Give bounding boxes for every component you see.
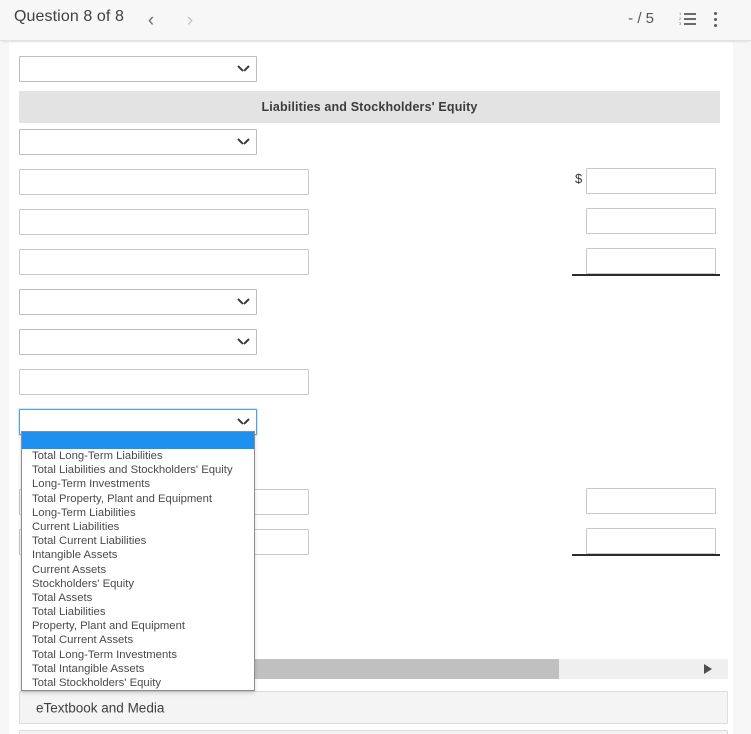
previous-question-button[interactable]: ‹ xyxy=(138,7,164,33)
question-page: Question 8 of 8 ‹ › - / 5 1 2 3 Liabilit… xyxy=(0,0,751,734)
amount-input-4[interactable] xyxy=(586,488,716,514)
account-select-1[interactable] xyxy=(19,56,257,82)
dropdown-option[interactable]: Total Property, Plant and Equipment xyxy=(22,492,254,506)
dropdown-option[interactable]: Total Intangible Assets xyxy=(22,662,254,676)
amount-input-3[interactable] xyxy=(586,248,716,274)
question-toolbar: Question 8 of 8 ‹ › - / 5 1 2 3 xyxy=(0,0,751,41)
vertical-dots-icon[interactable] xyxy=(709,11,723,28)
dropdown-option[interactable]: Total Current Assets xyxy=(22,633,254,647)
dropdown-option[interactable]: Long-Term Investments xyxy=(22,477,254,491)
next-question-button[interactable]: › xyxy=(177,7,203,33)
dropdown-option[interactable]: Current Liabilities xyxy=(22,520,254,534)
amount-input-5[interactable] xyxy=(586,528,716,554)
chevron-down-icon xyxy=(238,298,249,306)
page-title: Question 8 of 8 xyxy=(14,8,125,25)
dropdown-option[interactable]: Total Assets xyxy=(22,591,254,605)
dropdown-option[interactable] xyxy=(22,432,254,449)
progress-strip-fill xyxy=(241,659,559,679)
secondary-panel[interactable] xyxy=(19,730,728,734)
section-banner: Liabilities and Stockholders' Equity xyxy=(19,91,720,123)
dropdown-option[interactable]: Total Stockholders' Equity xyxy=(22,676,254,690)
dropdown-option[interactable]: Total Current Liabilities xyxy=(22,534,254,548)
chevron-down-icon xyxy=(238,338,249,346)
score-display: - / 5 xyxy=(628,10,654,27)
line-item-input-2[interactable] xyxy=(19,209,309,235)
dropdown-option[interactable]: Intangible Assets xyxy=(22,548,254,562)
account-select-4[interactable] xyxy=(19,329,257,355)
dropdown-option[interactable]: Property, Plant and Equipment xyxy=(22,619,254,633)
etextbook-and-media-label: eTextbook and Media xyxy=(36,700,165,715)
line-item-input-4[interactable] xyxy=(19,369,309,395)
dropdown-option[interactable]: Total Liabilities and Stockholders' Equi… xyxy=(22,463,254,477)
account-select-3[interactable] xyxy=(19,289,257,315)
progress-strip[interactable] xyxy=(241,659,728,679)
dropdown-option[interactable]: Long-Term Liabilities xyxy=(22,506,254,520)
subtotal-rule-2 xyxy=(572,554,720,556)
account-select-2[interactable] xyxy=(19,129,257,155)
etextbook-and-media-panel[interactable]: eTextbook and Media xyxy=(19,691,728,724)
dropdown-option[interactable]: Total Liabilities xyxy=(22,605,254,619)
dropdown-option[interactable]: Current Assets xyxy=(22,563,254,577)
line-item-input-1[interactable] xyxy=(19,169,309,195)
amount-input-1[interactable] xyxy=(586,168,716,194)
account-select-5-dropdown[interactable]: Total Long-Term Liabilities Total Liabil… xyxy=(21,431,255,692)
subtotal-rule-1 xyxy=(572,274,720,276)
chevron-down-icon xyxy=(238,65,249,73)
amount-input-2[interactable] xyxy=(586,208,716,234)
chevron-down-icon xyxy=(238,138,249,146)
currency-symbol: $ xyxy=(575,171,583,186)
chevron-down-icon xyxy=(238,418,249,426)
dropdown-option[interactable]: Total Long-Term Investments xyxy=(22,648,254,662)
line-item-input-3[interactable] xyxy=(19,249,309,275)
section-banner-label: Liabilities and Stockholders' Equity xyxy=(261,100,478,114)
numbered-list-icon[interactable]: 1 2 3 xyxy=(679,12,696,27)
dropdown-option[interactable]: Stockholders' Equity xyxy=(22,577,254,591)
play-triangle-icon[interactable] xyxy=(704,664,712,674)
dropdown-option[interactable]: Total Long-Term Liabilities xyxy=(22,449,254,463)
